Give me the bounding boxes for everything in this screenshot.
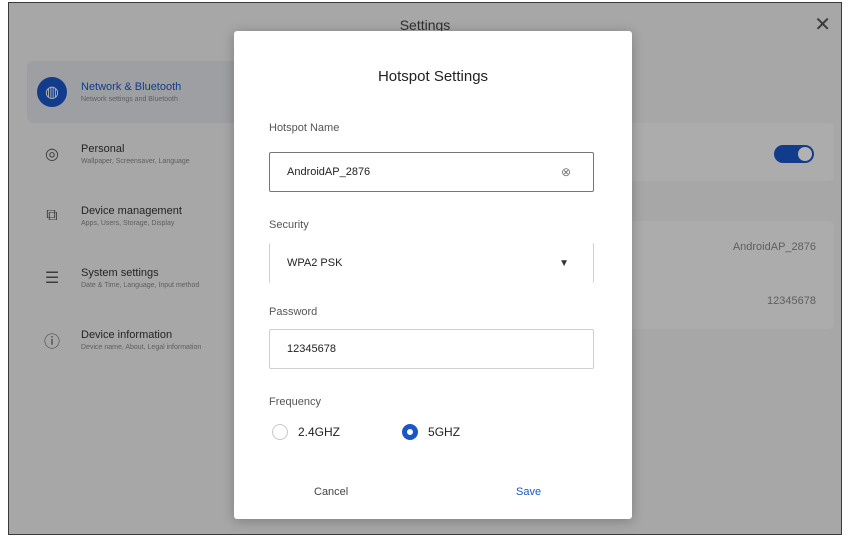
screenshot-frame: Settings ✕ ◍ Network & Bluetooth Network … [8, 2, 842, 535]
radio-5ghz[interactable] [402, 424, 419, 440]
password-label: Password [269, 306, 318, 318]
save-button[interactable]: Save [516, 486, 541, 498]
frequency-label: Frequency [269, 396, 321, 408]
cancel-button[interactable]: Cancel [314, 486, 348, 498]
security-label: Security [269, 219, 309, 231]
password-input[interactable]: 12345678 [269, 329, 594, 369]
hotspot-name-input-value: AndroidAP_2876 [287, 166, 371, 178]
hotspot-name-label: Hotspot Name [269, 122, 340, 134]
password-input-value: 12345678 [287, 343, 336, 355]
hotspot-settings-dialog: Hotspot Settings Hotspot Name AndroidAP_… [234, 31, 632, 519]
frequency-radio-group: 2.4GHZ 5GHZ [272, 424, 460, 440]
radio-2-4ghz[interactable] [272, 424, 288, 440]
security-select[interactable]: WPA2 PSK ▼ [269, 243, 594, 283]
hotspot-name-input[interactable]: AndroidAP_2876 ⊗ [269, 152, 594, 192]
dialog-title: Hotspot Settings [377, 68, 489, 85]
security-select-value: WPA2 PSK [287, 257, 343, 269]
clear-icon[interactable]: ⊗ [559, 165, 573, 179]
dropdown-arrow-icon: ▼ [559, 257, 569, 269]
radio-2-4ghz-label[interactable]: 2.4GHZ [298, 425, 340, 439]
radio-5ghz-label[interactable]: 5GHZ [428, 425, 460, 439]
